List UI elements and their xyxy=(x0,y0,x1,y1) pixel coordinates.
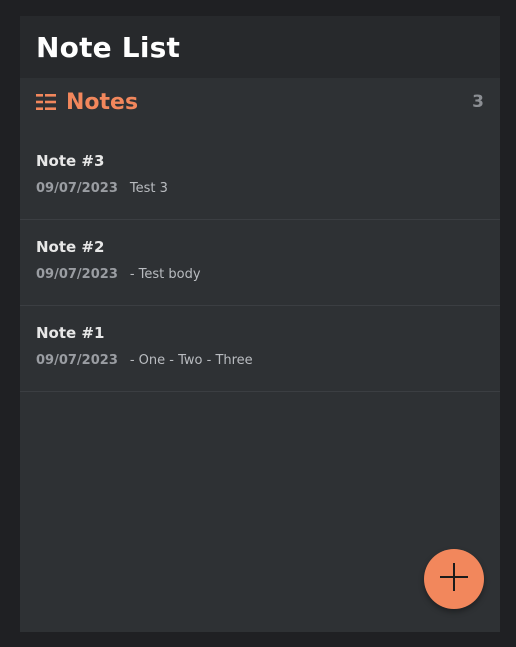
section-title: Notes xyxy=(66,89,139,115)
note-list-item[interactable]: Note #2 09/07/2023 - Test body xyxy=(20,220,500,306)
note-preview: - Test body xyxy=(129,267,201,282)
app-header: Note List xyxy=(20,16,500,78)
note-list: Note #3 09/07/2023 Test 3 Note #2 09/07/2… xyxy=(20,134,500,392)
notes-panel: Note List Notes 3 Note #3 09/07/2023 Test… xyxy=(20,16,500,632)
note-meta: 09/07/2023 Test 3 xyxy=(36,181,168,196)
add-note-button[interactable] xyxy=(424,549,484,609)
note-date: 09/07/2023 xyxy=(36,181,118,196)
note-title: Note #2 xyxy=(36,238,105,256)
note-title: Note #3 xyxy=(36,152,105,170)
page-title: Note List xyxy=(36,30,181,64)
list-icon xyxy=(36,92,58,112)
note-date: 09/07/2023 xyxy=(36,267,118,282)
note-list-item[interactable]: Note #1 09/07/2023 - One - Two - Three xyxy=(20,306,500,392)
plus-icon xyxy=(438,561,470,597)
note-meta: 09/07/2023 - One - Two - Three xyxy=(36,353,253,368)
note-preview: Test 3 xyxy=(129,181,168,196)
notes-section-header: Notes 3 xyxy=(20,78,500,126)
notes-count-badge: 3 xyxy=(472,92,484,112)
note-date: 09/07/2023 xyxy=(36,353,118,368)
note-title: Note #1 xyxy=(36,324,105,342)
note-preview: - One - Two - Three xyxy=(129,353,253,368)
note-list-item[interactable]: Note #3 09/07/2023 Test 3 xyxy=(20,134,500,220)
note-meta: 09/07/2023 - Test body xyxy=(36,267,201,282)
